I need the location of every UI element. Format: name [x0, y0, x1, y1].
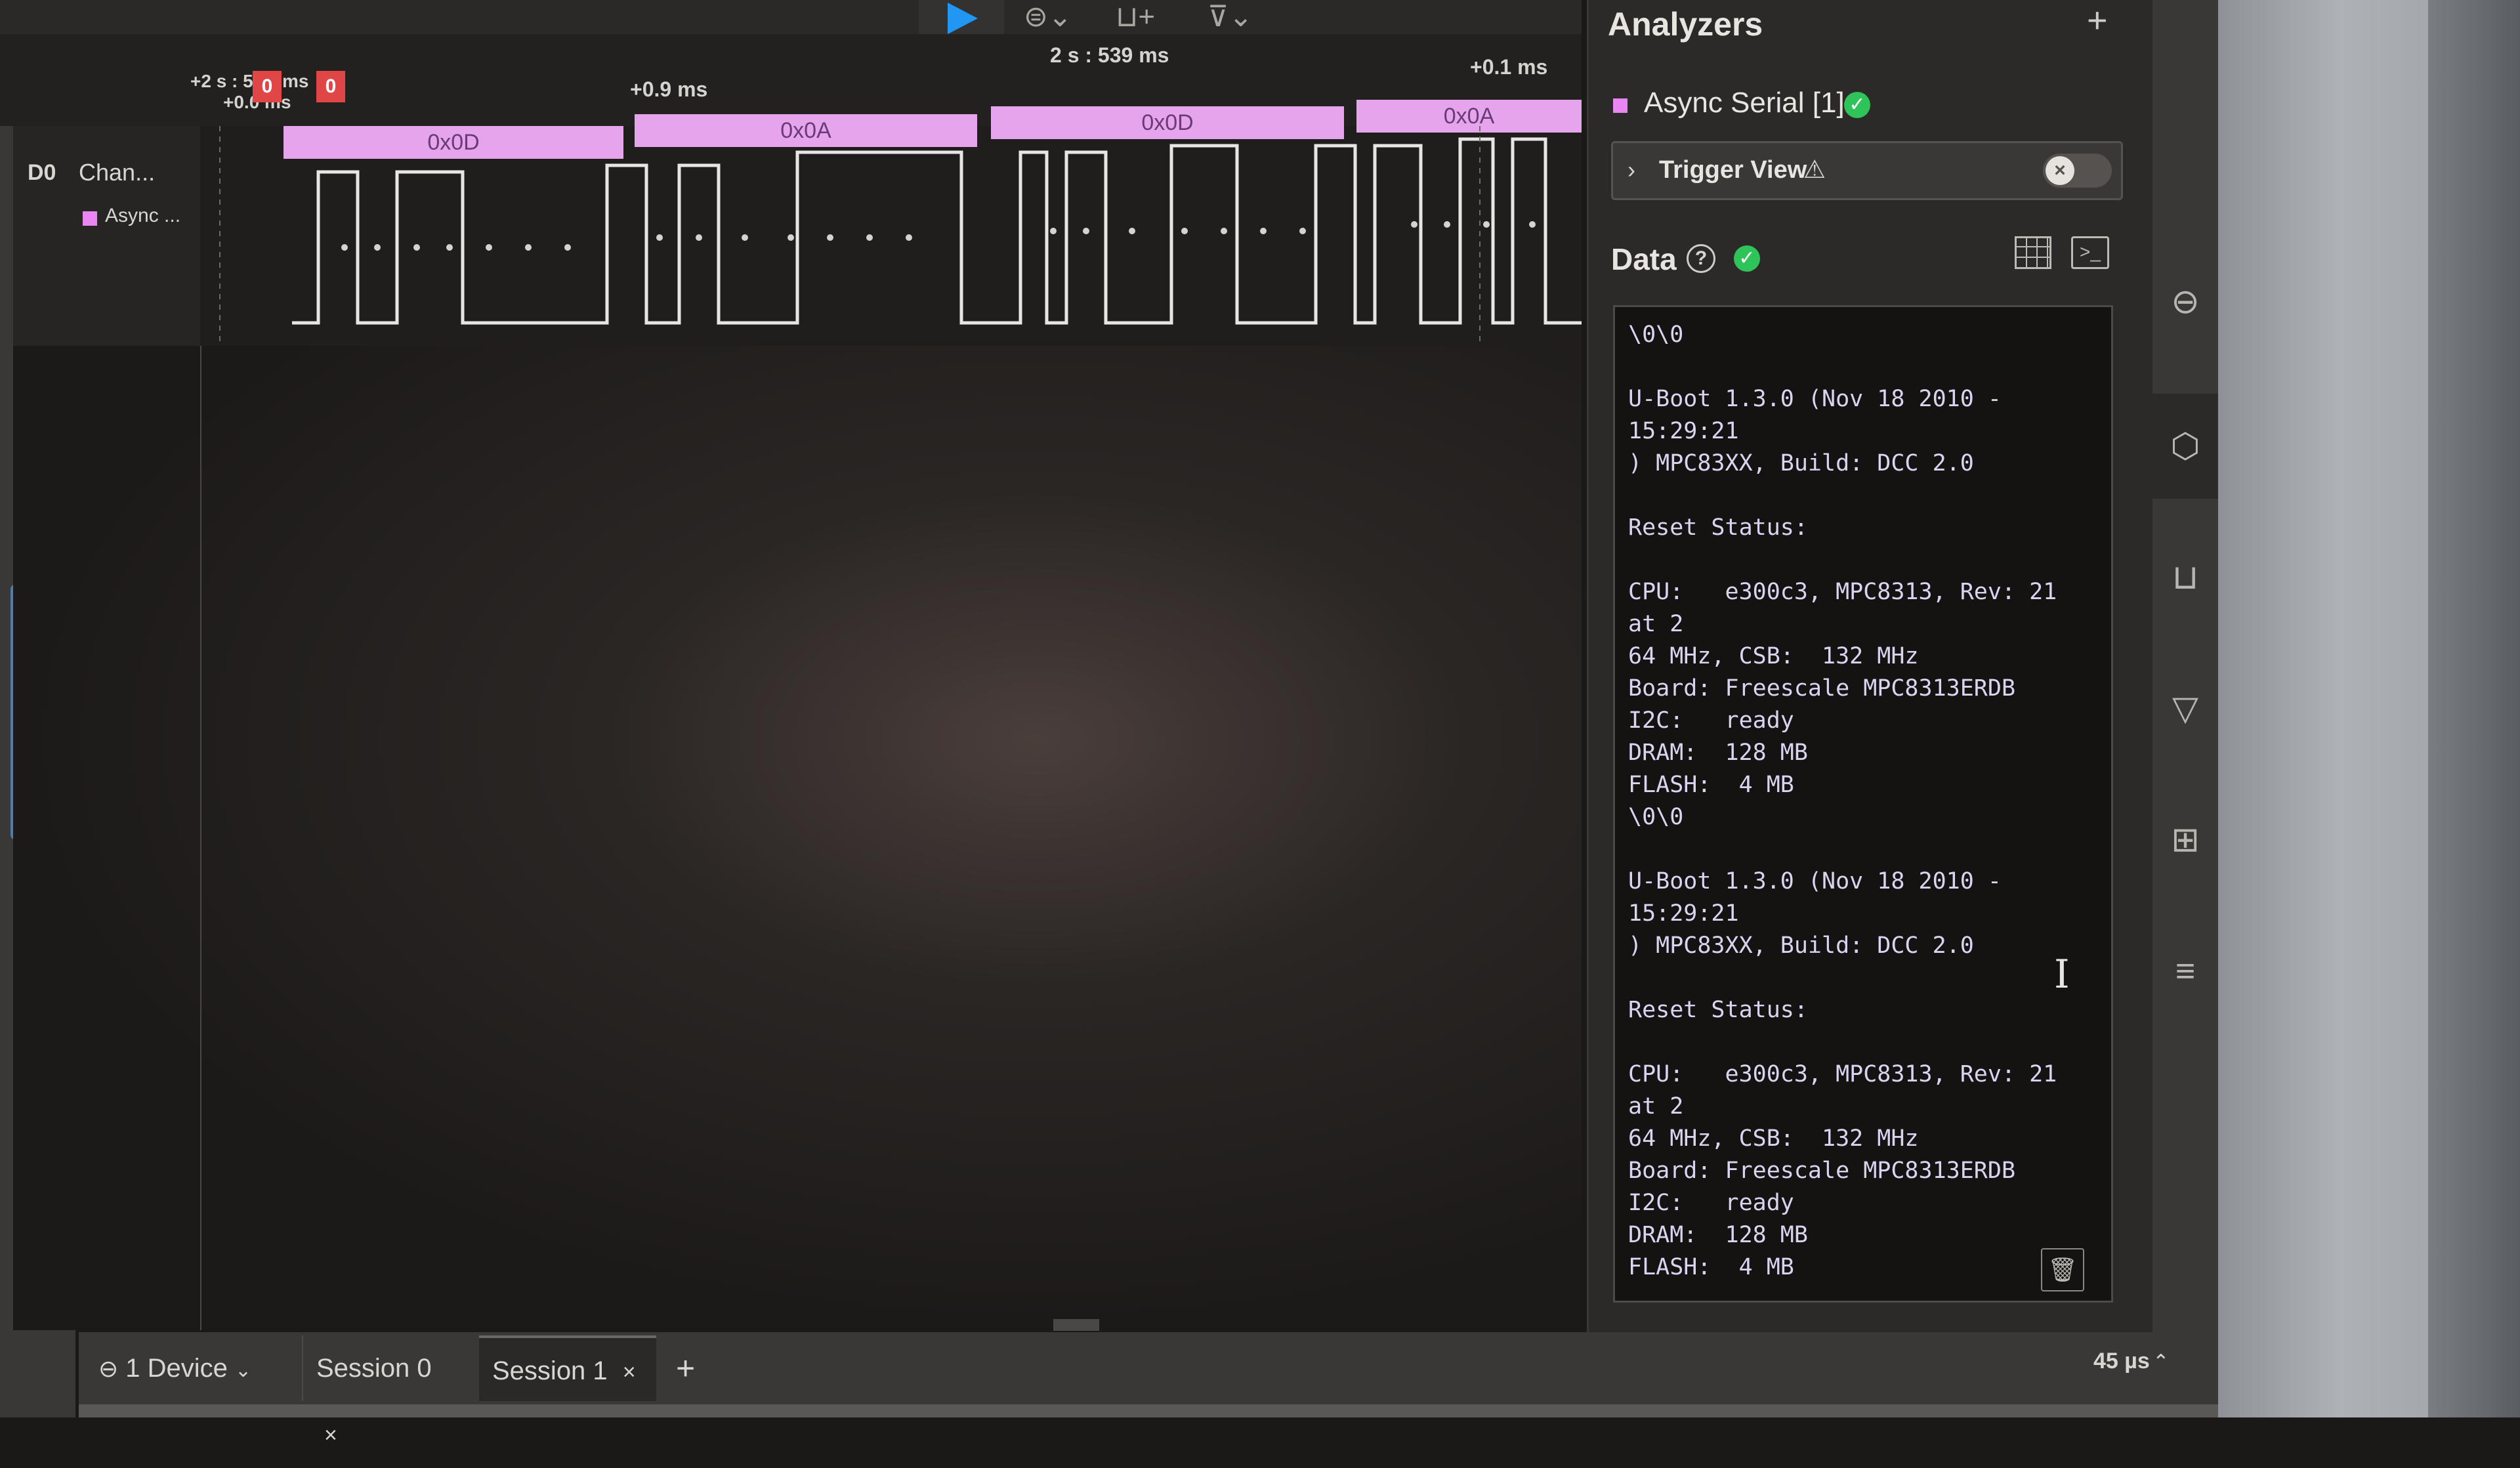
data-section-title: Data [1611, 242, 1677, 276]
close-icon: × [2046, 156, 2074, 185]
status-time: 45 µs ⌃ [2093, 1349, 2169, 1374]
add-session-button[interactable]: + [663, 1335, 715, 1401]
time-offset-top: +2 s : 5 [190, 71, 253, 91]
measure-icon[interactable]: ▽ [2152, 689, 2218, 728]
chevron-down-icon: ⌄ [235, 1360, 252, 1381]
help-icon[interactable]: ? [1687, 244, 1715, 273]
trigger-view-row[interactable]: › Trigger View ⚠ × [1611, 141, 2123, 200]
canvas-divider [200, 346, 201, 1330]
capture-canvas[interactable] [13, 346, 1582, 1330]
check-icon: ✓ [1734, 245, 1760, 272]
analyzer-color-swatch [83, 211, 97, 226]
device-label: 1 Device [125, 1354, 228, 1383]
top-toolbar [0, 0, 1582, 35]
tab-session-0[interactable]: Session 0 × [302, 1335, 472, 1448]
waveform-area[interactable]: 0x0D 0x0A 0x0D 0x0A [200, 100, 1582, 346]
channel-header[interactable]: D0 Chan... Async ... [13, 126, 201, 346]
text-cursor-icon: I [2054, 952, 2070, 997]
plus-icon[interactable]: + [2087, 0, 2108, 41]
monitor-bezel-edge [2428, 0, 2520, 1417]
check-icon: ✓ [1844, 92, 1870, 118]
device-icon[interactable]: ⊖ [2152, 282, 2218, 322]
analyzer-icon[interactable]: ⊜⌄ [1024, 0, 1072, 34]
trash-icon[interactable]: 🗑 [2041, 1248, 2084, 1291]
bezel-bottom [79, 1404, 2218, 1417]
marker-1[interactable]: 0 [316, 71, 345, 102]
resize-handle[interactable] [1053, 1319, 1099, 1331]
trigger-view-label: Trigger View [1659, 156, 1807, 184]
chevron-up-icon[interactable]: ⌃ [2152, 1351, 2169, 1373]
trigger-icon[interactable]: ⊽⌄ [1208, 0, 1253, 34]
tab-label: Session 0 [316, 1354, 432, 1383]
device-selector[interactable]: ⊖ 1 Device ⌄ [85, 1335, 276, 1401]
extensions-icon[interactable]: ⊞ [2152, 820, 2218, 860]
time-label-right: +0.1 ms [1470, 55, 1548, 79]
terminal-output[interactable]: \0\0 U-Boot 1.3.0 (Nov 18 2010 - 15:29:2… [1613, 305, 2113, 1303]
tab-label: Session 1 [492, 1356, 608, 1385]
measure-icon[interactable]: ⊔+ [1116, 0, 1155, 34]
time-label-1: +0.9 ms [630, 77, 708, 101]
trigger-toggle[interactable]: × [2043, 154, 2112, 188]
terminal-view-icon[interactable]: >_ [2071, 236, 2109, 269]
table-view-icon[interactable] [2015, 236, 2051, 269]
time-offset-unit: ms [282, 71, 309, 91]
channel-id: D0 [28, 160, 56, 185]
play-button[interactable] [919, 0, 1004, 34]
close-icon[interactable]: × [324, 1423, 337, 1448]
close-icon[interactable]: × [623, 1360, 636, 1385]
right-icon-rail: ⊖ ⬡ ⊔ ▽ ⊞ ≡ [2152, 0, 2218, 1332]
timing-marker-icon[interactable]: ⊔ [2152, 558, 2218, 597]
chevron-right-icon: › [1628, 156, 1635, 183]
analyzer-name[interactable]: Async Serial [1] [1644, 87, 1845, 119]
notes-icon[interactable]: ≡ [2152, 952, 2218, 991]
analyzers-icon[interactable]: ⬡ [2152, 394, 2218, 499]
device-icon: ⊖ [98, 1355, 119, 1382]
analyzer-color-swatch [1613, 98, 1628, 113]
panel-title: Analyzers [1608, 6, 1763, 43]
waveform-signal [219, 126, 1582, 346]
play-icon [948, 3, 978, 34]
center-time: 2 s : 539 ms [1050, 43, 1169, 67]
tab-session-1[interactable]: Session 1 × [479, 1335, 656, 1401]
warning-icon: ⚠ [1803, 156, 1826, 184]
marker-0[interactable]: 0 [253, 71, 282, 102]
terminal-text: \0\0 U-Boot 1.3.0 (Nov 18 2010 - 15:29:2… [1628, 322, 2057, 1280]
channel-analyzer-label: Async ... [105, 205, 181, 226]
status-time-label: 45 µs [2093, 1349, 2150, 1374]
channel-name[interactable]: Chan... [79, 159, 155, 186]
